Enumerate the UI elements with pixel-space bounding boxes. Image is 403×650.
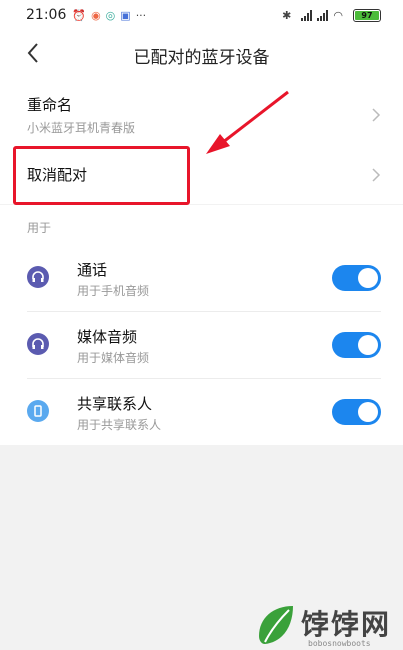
toggle-label: 媒体音频 <box>77 328 138 346</box>
chevron-right-icon <box>371 167 381 183</box>
signal-icon-2 <box>317 9 329 21</box>
toggle-sub: 用于媒体音频 <box>77 351 150 365</box>
signal-icon-1 <box>301 9 313 21</box>
toggle-label: 共享联系人 <box>77 395 153 413</box>
status-bar: 21:06 ⏰ ◉ ◎ ▣ ··· ✱ ◠ 97 <box>0 0 403 30</box>
call-toggle[interactable] <box>332 265 381 291</box>
watermark: 饽饽网 bobosnowboots <box>253 600 403 650</box>
chevron-left-icon <box>27 43 38 63</box>
bluetooth-icon: ✱ <box>282 8 292 22</box>
toggle-knob <box>358 402 378 422</box>
battery-icon: 97 <box>353 8 381 22</box>
message-notification-icon: ▣ <box>120 8 131 22</box>
chevron-right-icon <box>371 107 381 123</box>
watermark-brand: 饽饽网 <box>301 608 392 641</box>
watermark-url: bobosnowboots <box>308 639 371 648</box>
more-notifications-icon: ··· <box>135 8 147 22</box>
leaf-logo-icon <box>259 606 293 644</box>
phone-icon <box>27 400 49 422</box>
battery-level: 97 <box>355 10 379 20</box>
headset-icon <box>27 266 49 288</box>
back-button[interactable] <box>26 42 44 68</box>
device-name: 小米蓝牙耳机青春版 <box>27 121 136 135</box>
toggle-row-contacts: 共享联系人 用于共享联系人 <box>0 379 403 445</box>
header: 已配对的蓝牙设备 <box>0 30 403 80</box>
toggle-knob <box>358 268 378 288</box>
app-notification-icon: ◉ <box>91 8 101 22</box>
toggle-sub: 用于手机音频 <box>77 284 150 298</box>
toggle-row-call: 通话 用于手机音频 <box>0 245 403 311</box>
browser-notification-icon: ◎ <box>105 8 116 22</box>
wifi-icon: ◠ <box>333 8 343 22</box>
highlight-annotation <box>13 146 190 205</box>
toggle-knob <box>358 335 378 355</box>
toggle-label: 通话 <box>77 261 108 279</box>
media-audio-toggle[interactable] <box>332 332 381 358</box>
page-title: 已配对的蓝牙设备 <box>133 47 270 68</box>
toggle-row-media: 媒体音频 用于媒体音频 <box>0 312 403 378</box>
toggle-sub: 用于共享联系人 <box>77 418 162 432</box>
share-contacts-toggle[interactable] <box>332 399 381 425</box>
headphones-icon <box>27 333 49 355</box>
status-time: 21:06 <box>26 7 67 23</box>
rename-label: 重命名 <box>27 96 73 114</box>
used-for-card: 用于 通话 用于手机音频 媒体音频 用于媒体音频 共享联系人 用于共享联系人 <box>0 205 403 445</box>
alarm-icon: ⏰ <box>72 8 87 22</box>
section-label: 用于 <box>27 221 52 235</box>
annotation-arrow-icon <box>206 90 289 154</box>
